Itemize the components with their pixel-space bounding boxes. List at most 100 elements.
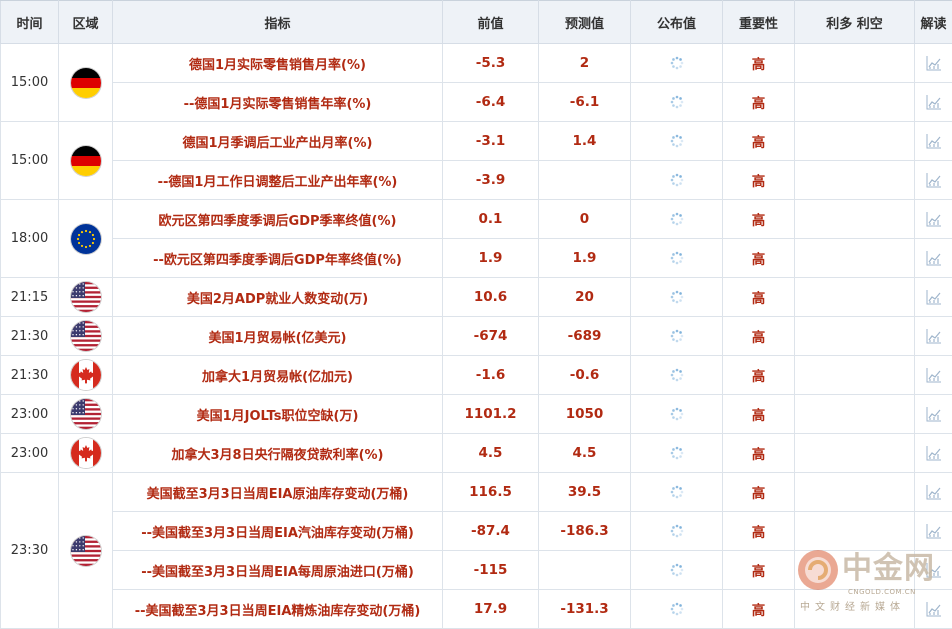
region-cell: [59, 473, 113, 629]
forecast-value: 1050: [539, 395, 631, 434]
chart-interpret-icon[interactable]: [925, 366, 943, 384]
chart-interpret-icon[interactable]: [925, 54, 943, 72]
interpret-cell[interactable]: [915, 278, 952, 317]
previous-value: -87.4: [443, 512, 539, 551]
event-time: 23:00: [1, 434, 59, 473]
loading-spinner-icon: [670, 602, 684, 616]
actual-value: [631, 473, 723, 512]
table-header: 时间 区域 指标 前值 预测值 公布值 重要性 利多 利空 解读: [1, 1, 952, 44]
previous-value: 1.9: [443, 239, 539, 278]
table-row: 21:30美国1月贸易帐(亿美元)-674-689高: [1, 317, 952, 356]
indicator-name[interactable]: --美国截至3月3日当周EIA每周原油进口(万桶): [113, 551, 443, 590]
indicator-name[interactable]: --德国1月实际零售销售年率(%): [113, 83, 443, 122]
indicator-name[interactable]: --美国截至3月3日当周EIA汽油库存变动(万桶): [113, 512, 443, 551]
col-indicator[interactable]: 指标: [113, 1, 443, 44]
col-actual[interactable]: 公布值: [631, 1, 723, 44]
importance-value: 高: [723, 317, 795, 356]
event-time: 21:15: [1, 278, 59, 317]
interpret-cell[interactable]: [915, 473, 952, 512]
chart-interpret-icon[interactable]: [925, 327, 943, 345]
interpret-cell[interactable]: [915, 200, 952, 239]
impact-cell: [795, 317, 915, 356]
chart-interpret-icon[interactable]: [925, 132, 943, 150]
forecast-value: 0: [539, 200, 631, 239]
watermark-domain: CNGOLD.COM.CN: [848, 588, 916, 596]
loading-spinner-icon: [670, 173, 684, 187]
indicator-name[interactable]: 美国1月贸易帐(亿美元): [113, 317, 443, 356]
previous-value: 17.9: [443, 590, 539, 629]
actual-value: [631, 278, 723, 317]
indicator-name[interactable]: 加拿大1月贸易帐(亿加元): [113, 356, 443, 395]
loading-spinner-icon: [670, 368, 684, 382]
col-region[interactable]: 区域: [59, 1, 113, 44]
chart-interpret-icon[interactable]: [925, 93, 943, 111]
economic-calendar-table: 时间 区域 指标 前值 预测值 公布值 重要性 利多 利空 解读 15:00德国…: [0, 0, 952, 629]
chart-interpret-icon[interactable]: [925, 483, 943, 501]
forecast-value: 1.9: [539, 239, 631, 278]
importance-value: 高: [723, 356, 795, 395]
col-impact[interactable]: 利多 利空: [795, 1, 915, 44]
table-row: 21:30加拿大1月贸易帐(亿加元)-1.6-0.6高: [1, 356, 952, 395]
table-row: --德国1月实际零售销售年率(%)-6.4-6.1高: [1, 83, 952, 122]
forecast-value: -689: [539, 317, 631, 356]
interpret-cell[interactable]: [915, 83, 952, 122]
col-forecast[interactable]: 预测值: [539, 1, 631, 44]
table-row: 15:00德国1月季调后工业产出月率(%)-3.11.4高: [1, 122, 952, 161]
impact-cell: [795, 434, 915, 473]
loading-spinner-icon: [670, 524, 684, 538]
chart-interpret-icon[interactable]: [925, 522, 943, 540]
col-importance[interactable]: 重要性: [723, 1, 795, 44]
forecast-value: [539, 551, 631, 590]
loading-spinner-icon: [670, 95, 684, 109]
impact-cell: [795, 161, 915, 200]
indicator-name[interactable]: --美国截至3月3日当周EIA精炼油库存变动(万桶): [113, 590, 443, 629]
indicator-name[interactable]: 德国1月实际零售销售月率(%): [113, 44, 443, 83]
event-time: 21:30: [1, 317, 59, 356]
region-cell: [59, 317, 113, 356]
indicator-name[interactable]: --德国1月工作日调整后工业产出年率(%): [113, 161, 443, 200]
interpret-cell[interactable]: [915, 317, 952, 356]
importance-value: 高: [723, 512, 795, 551]
interpret-cell[interactable]: [915, 44, 952, 83]
usa-flag-icon: [71, 536, 101, 566]
canada-flag-icon: [71, 360, 101, 390]
chart-interpret-icon[interactable]: [925, 444, 943, 462]
indicator-name[interactable]: 美国2月ADP就业人数变动(万): [113, 278, 443, 317]
event-time: 18:00: [1, 200, 59, 278]
table-row: --美国截至3月3日当周EIA汽油库存变动(万桶)-87.4-186.3高: [1, 512, 952, 551]
region-cell: [59, 200, 113, 278]
indicator-name[interactable]: 美国1月JOLTs职位空缺(万): [113, 395, 443, 434]
interpret-cell[interactable]: [915, 395, 952, 434]
col-interpret[interactable]: 解读: [915, 1, 952, 44]
chart-interpret-icon[interactable]: [925, 405, 943, 423]
indicator-name[interactable]: 美国截至3月3日当周EIA原油库存变动(万桶): [113, 473, 443, 512]
chart-interpret-icon[interactable]: [925, 171, 943, 189]
loading-spinner-icon: [670, 563, 684, 577]
indicator-name[interactable]: 加拿大3月8日央行隔夜贷款利率(%): [113, 434, 443, 473]
col-previous[interactable]: 前值: [443, 1, 539, 44]
importance-value: 高: [723, 590, 795, 629]
interpret-cell[interactable]: [915, 239, 952, 278]
indicator-name[interactable]: 欧元区第四季度季调后GDP季率终值(%): [113, 200, 443, 239]
chart-interpret-icon[interactable]: [925, 249, 943, 267]
previous-value: -1.6: [443, 356, 539, 395]
chart-interpret-icon[interactable]: [925, 288, 943, 306]
col-time[interactable]: 时间: [1, 1, 59, 44]
actual-value: [631, 239, 723, 278]
indicator-name[interactable]: --欧元区第四季度季调后GDP年率终值(%): [113, 239, 443, 278]
event-time: 23:30: [1, 473, 59, 629]
interpret-cell[interactable]: [915, 122, 952, 161]
actual-value: [631, 317, 723, 356]
interpret-cell[interactable]: [915, 161, 952, 200]
loading-spinner-icon: [670, 485, 684, 499]
interpret-cell[interactable]: [915, 356, 952, 395]
interpret-cell[interactable]: [915, 512, 952, 551]
forecast-value: [539, 161, 631, 200]
chart-interpret-icon[interactable]: [925, 210, 943, 228]
indicator-name[interactable]: 德国1月季调后工业产出月率(%): [113, 122, 443, 161]
importance-value: 高: [723, 278, 795, 317]
region-cell: [59, 434, 113, 473]
impact-cell: [795, 200, 915, 239]
watermark-subtitle: 中文财经新媒体: [800, 598, 905, 613]
interpret-cell[interactable]: [915, 434, 952, 473]
